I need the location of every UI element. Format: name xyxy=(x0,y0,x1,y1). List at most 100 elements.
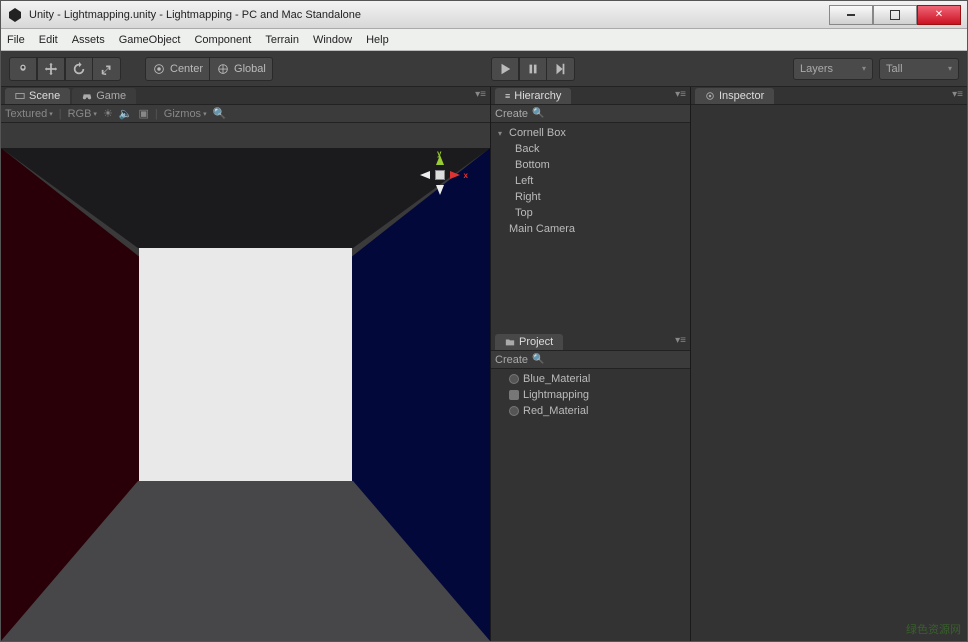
pivot-mode-button[interactable]: Center xyxy=(145,57,210,81)
gizmo-left-arrow[interactable] xyxy=(420,171,430,179)
tab-hierarchy[interactable]: ≡ Hierarchy xyxy=(495,88,571,104)
hierarchy-item-top[interactable]: Top xyxy=(491,205,690,221)
menu-assets[interactable]: Assets xyxy=(72,34,105,46)
scene-icon xyxy=(15,91,25,101)
move-tool-button[interactable] xyxy=(37,57,65,81)
rotate-tool-button[interactable] xyxy=(65,57,93,81)
lighting-toggle[interactable]: ☀ xyxy=(103,107,113,120)
maximize-button[interactable] xyxy=(873,5,917,25)
panel-menu-button[interactable]: ▾≡ xyxy=(475,89,486,100)
step-button[interactable] xyxy=(547,57,575,81)
minimize-button[interactable] xyxy=(829,5,873,25)
menu-window[interactable]: Window xyxy=(313,34,352,46)
scene-search-icon[interactable]: 🔍 xyxy=(213,107,227,120)
hierarchy-search-icon[interactable]: 🔍 xyxy=(532,108,544,119)
scene-panel-tabs: Scene Game ▾≡ xyxy=(1,87,490,105)
material-icon xyxy=(509,374,519,384)
titlebar: Unity - Lightmapping.unity - Lightmappin… xyxy=(1,1,967,29)
window-title: Unity - Lightmapping.unity - Lightmappin… xyxy=(29,9,829,21)
inspector-tabs: Inspector ▾≡ xyxy=(691,87,967,105)
cornell-back-wall xyxy=(139,248,352,481)
layers-label: Layers xyxy=(800,63,833,75)
scene-render xyxy=(1,123,490,641)
draw-mode-dropdown[interactable]: Textured xyxy=(5,108,53,120)
hand-tool-button[interactable] xyxy=(9,57,37,81)
close-button[interactable] xyxy=(917,5,961,25)
coord-space-button[interactable]: Global xyxy=(210,57,273,81)
mid-column: ≡ Hierarchy ▾≡ Create 🔍 ▾Cornell Box Bac… xyxy=(491,87,691,641)
pause-button[interactable] xyxy=(519,57,547,81)
hierarchy-tree: ▾Cornell Box Back Bottom Left Right Top … xyxy=(491,123,690,333)
layout-label: Tall xyxy=(886,63,903,75)
orientation-gizmo[interactable]: y x xyxy=(418,153,462,197)
gizmo-x-arrow[interactable] xyxy=(450,171,460,179)
game-tab-label: Game xyxy=(96,90,126,102)
menu-help[interactable]: Help xyxy=(366,34,389,46)
pivot-icon xyxy=(152,62,166,76)
gizmos-dropdown[interactable]: Gizmos xyxy=(164,108,207,120)
material-icon xyxy=(509,406,519,416)
gizmo-y-label: y xyxy=(437,149,441,158)
project-tabs: Project ▾≡ xyxy=(491,333,690,351)
effects-toggle[interactable]: ▣ xyxy=(139,107,149,120)
foldout-icon[interactable]: ▾ xyxy=(495,129,505,138)
watermark-text: 绿色资源网 xyxy=(906,621,961,637)
inspector-panel-menu[interactable]: ▾≡ xyxy=(952,89,963,100)
scene-toolbar: Textured | RGB ☀ 🔈 ▣ | Gizmos 🔍 xyxy=(1,105,490,123)
gizmo-down-arrow[interactable] xyxy=(436,185,444,195)
hierarchy-item-left[interactable]: Left xyxy=(491,173,690,189)
window-controls xyxy=(829,5,961,25)
audio-toggle[interactable]: 🔈 xyxy=(119,107,133,120)
gizmo-x-label: x xyxy=(464,171,468,180)
pivot-coord-group: Center Global xyxy=(145,57,273,81)
project-tab-label: Project xyxy=(519,336,553,348)
folder-icon xyxy=(505,337,515,347)
inspector-body: 绿色资源网 xyxy=(691,105,967,641)
menu-gameobject[interactable]: GameObject xyxy=(119,34,181,46)
hierarchy-create-dropdown[interactable]: Create xyxy=(495,108,528,120)
scene-tab-label: Scene xyxy=(29,90,60,102)
inspector-tab-label: Inspector xyxy=(719,90,764,102)
tab-game[interactable]: Game xyxy=(72,88,136,104)
inspector-icon xyxy=(705,91,715,101)
tab-inspector[interactable]: Inspector xyxy=(695,88,774,104)
project-item-lightmapping[interactable]: Lightmapping xyxy=(491,387,690,403)
hierarchy-item-main-camera[interactable]: Main Camera xyxy=(491,221,690,237)
layout-dropdown[interactable]: Tall xyxy=(879,58,959,80)
inspector-column: Inspector ▾≡ 绿色资源网 xyxy=(691,87,967,641)
tab-scene[interactable]: Scene xyxy=(5,88,70,104)
tab-project[interactable]: Project xyxy=(495,334,563,350)
hierarchy-item-right[interactable]: Right xyxy=(491,189,690,205)
coord-space-label: Global xyxy=(234,63,266,75)
hierarchy-panel-menu[interactable]: ▾≡ xyxy=(675,89,686,100)
gizmo-cube[interactable] xyxy=(435,170,445,180)
hierarchy-item-bottom[interactable]: Bottom xyxy=(491,157,690,173)
menu-component[interactable]: Component xyxy=(194,34,251,46)
play-controls xyxy=(491,57,575,81)
project-panel-menu[interactable]: ▾≡ xyxy=(675,335,686,346)
project-item-red-material[interactable]: Red_Material xyxy=(491,403,690,419)
hierarchy-toolbar: Create 🔍 xyxy=(491,105,690,123)
project-create-dropdown[interactable]: Create xyxy=(495,354,528,366)
app-window: Unity - Lightmapping.unity - Lightmappin… xyxy=(0,0,968,642)
scene-asset-icon xyxy=(509,390,519,400)
transform-tools xyxy=(9,57,121,81)
hierarchy-item-cornell-box[interactable]: ▾Cornell Box xyxy=(491,125,690,141)
toolbar: Center Global Layers Tall xyxy=(1,51,967,87)
scene-view[interactable]: y x xyxy=(1,123,490,641)
menu-file[interactable]: File xyxy=(7,34,25,46)
render-mode-dropdown[interactable]: RGB xyxy=(68,108,97,120)
project-toolbar: Create 🔍 xyxy=(491,351,690,369)
project-search-icon[interactable]: 🔍 xyxy=(532,354,544,365)
project-item-blue-material[interactable]: Blue_Material xyxy=(491,371,690,387)
hierarchy-item-back[interactable]: Back xyxy=(491,141,690,157)
app-icon xyxy=(7,7,23,23)
project-tree: Blue_Material Lightmapping Red_Material xyxy=(491,369,690,641)
menu-terrain[interactable]: Terrain xyxy=(265,34,299,46)
scale-tool-button[interactable] xyxy=(93,57,121,81)
layers-dropdown[interactable]: Layers xyxy=(793,58,873,80)
workspace: Scene Game ▾≡ Textured | RGB ☀ 🔈 ▣ | Giz… xyxy=(1,87,967,641)
menu-edit[interactable]: Edit xyxy=(39,34,58,46)
pivot-mode-label: Center xyxy=(170,63,203,75)
play-button[interactable] xyxy=(491,57,519,81)
